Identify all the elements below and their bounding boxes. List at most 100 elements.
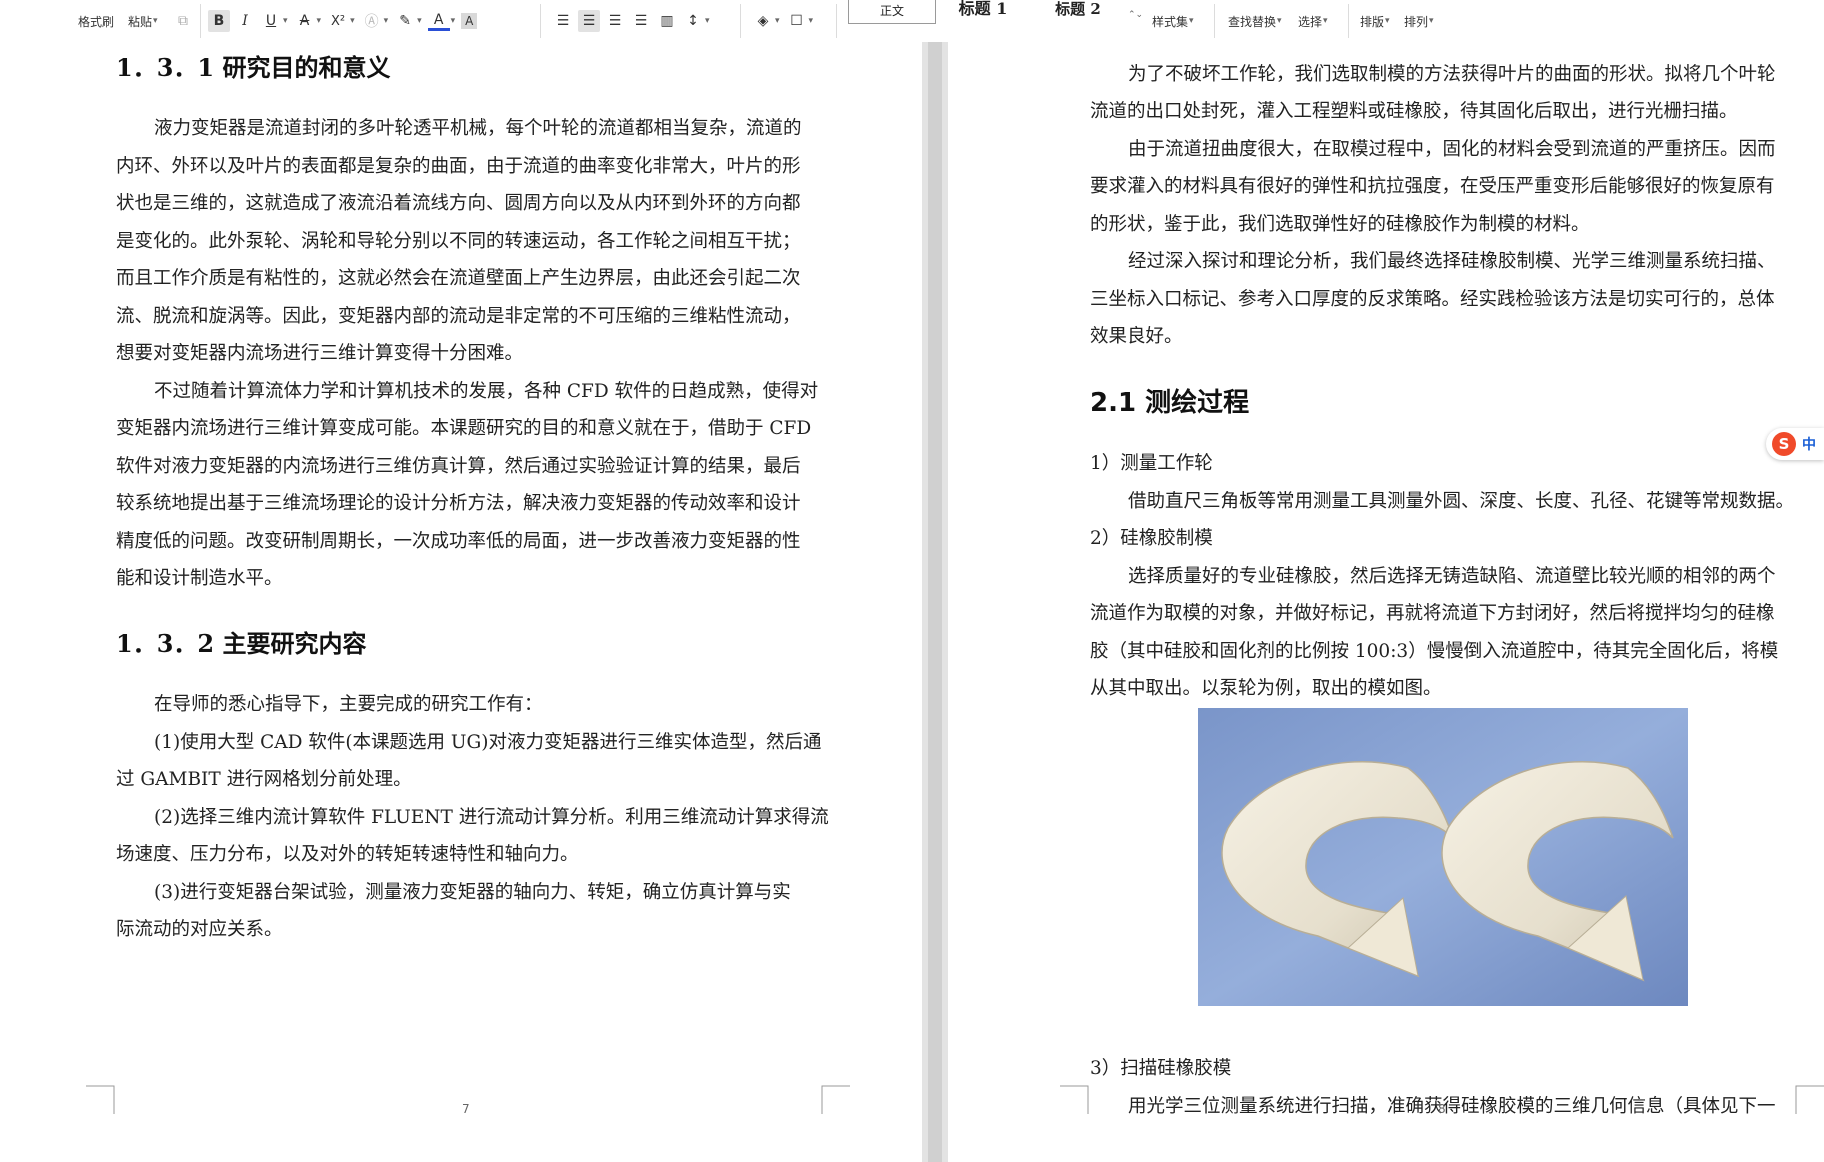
paragraph-line: 流、脱流和旋涡等。因此，变矩器内部的流动是非定常的不可压缩的三维粘性流动，	[116, 306, 801, 327]
paragraph-line: 流道的出口处封死，灌入工程塑料或硅橡胶，待其固化后取出，进行光栅扫描。	[1090, 101, 1738, 122]
chevron-down-icon: ▾	[1385, 16, 1390, 26]
paragraph-line: 软件对液力变矩器的内流场进行三维仿真计算，然后通过实验验证计算的结果，最后	[116, 456, 801, 477]
paragraph-line: 由于流道扭曲度很大，在取模过程中，固化的材料会受到流道的严重挤压。因而	[1128, 139, 1776, 160]
border-icon[interactable]: ☐	[786, 10, 808, 32]
paragraph-line: 在导师的悉心指导下，主要完成的研究工作有：	[154, 694, 543, 715]
toolbar-divider	[836, 4, 837, 38]
paragraph-line: 而且工作介质是有粘性的，这就必然会在流道壁面上产生边界层，由此还会引起二次	[116, 268, 801, 289]
chevron-down-icon: ▾	[383, 16, 389, 26]
section-heading-2-1: 2.1 测绘过程	[1090, 388, 1250, 418]
toolbar-divider	[540, 4, 541, 38]
style-heading-2-label: 标题 2	[1055, 0, 1101, 18]
char-shading-button[interactable]: A	[461, 13, 478, 29]
crop-mark	[1795, 1085, 1824, 1114]
text-effect-icon[interactable]: Ⓐ	[361, 10, 383, 32]
style-heading-1-label: 标题 1	[958, 0, 1008, 18]
paragraph-line: 三坐标入口标记、参考入口厚度的反求策略。经实践检验该方法是切实可行的，总体	[1090, 289, 1775, 310]
paragraph-line: 选择质量好的专业硅橡胶，然后选择无铸造缺陷、流道壁比较光顺的相邻的两个	[1128, 566, 1776, 587]
italic-button[interactable]: I	[234, 10, 256, 32]
format-painter-label: 格式刷	[78, 14, 115, 29]
paragraph-line: 液力变矩器是流道封闭的多叶轮透平机械，每个叶轮的流道都相当复杂，流道的	[154, 118, 802, 139]
shading-icon[interactable]: ◈	[752, 10, 774, 32]
toolbar-divider	[200, 4, 201, 38]
paragraph-line: 状也是三维的，这就造成了液流沿着流线方向、圆周方向以及从内环到外环的方向都	[116, 193, 801, 214]
ime-mode-label: 中	[1802, 437, 1816, 453]
paragraph-line: 内环、外环以及叶片的表面都是复杂的曲面，由于流道的曲率变化非常大，叶片的形	[116, 156, 801, 177]
align-left-icon[interactable]: ☰	[552, 10, 574, 32]
list-item: (3)进行变矩器台架试验，测量液力变矩器的轴向力、转矩，确立仿真计算与实	[154, 882, 791, 903]
chevron-down-icon: ▾	[808, 16, 814, 26]
layout-button[interactable]: 排版 ▾	[1360, 0, 1396, 42]
paragraph-line: 能和设计制造水平。	[116, 568, 283, 589]
sogou-logo-icon: S	[1772, 432, 1796, 456]
page-gutter	[922, 42, 948, 1162]
chevron-down-icon: ▾	[1189, 16, 1194, 26]
style-heading-2[interactable]: 标题 2	[1034, 0, 1122, 24]
chevron-down-icon: ▾	[450, 16, 456, 26]
copy-icon: ⧉	[178, 13, 188, 29]
chevron-down-icon: ▾	[153, 16, 158, 26]
page-number: 7	[462, 1102, 470, 1116]
gutter-bar	[928, 42, 942, 1162]
bold-button[interactable]: B	[208, 10, 230, 32]
paste-button[interactable]: 粘贴 ▾	[128, 0, 164, 42]
paragraph-line: 效果良好。	[1090, 326, 1183, 347]
highlight-icon[interactable]: ✎	[394, 10, 416, 32]
list-item: (1)使用大型 CAD 软件(本课题选用 UG)对液力变矩器进行三维实体造型，然…	[154, 732, 822, 753]
layout-label: 排版	[1360, 14, 1385, 29]
arrange-button[interactable]: 排列 ▾	[1404, 0, 1440, 42]
silicone-mold-photo[interactable]	[1198, 708, 1688, 1006]
paragraph-line: 为了不破坏工作轮，我们选取制模的方法获得叶片的曲面的形状。拟将几个叶轮	[1128, 64, 1776, 85]
chevron-down-icon: ▾	[775, 16, 780, 26]
format-painter-button[interactable]: 格式刷	[78, 0, 114, 42]
distributed-icon[interactable]: ▥	[656, 10, 678, 32]
align-right-icon[interactable]: ☰	[604, 10, 626, 32]
paragraph-line: 过 GAMBIT 进行网格划分前处理。	[116, 769, 412, 790]
chevron-down-icon: ▾	[350, 16, 355, 26]
list-item: 2）硅橡胶制模	[1090, 528, 1213, 549]
page-number: 8	[1438, 1102, 1446, 1116]
paragraph-line: 胶（其中硅胶和固化剂的比例按 100:3）慢慢倒入流道腔中，待其完全固化后，将模	[1090, 641, 1779, 662]
paragraph-line: 际流动的对应关系。	[116, 919, 283, 940]
paragraph-line: 的形状，鉴于此，我们选取弹性好的硅橡胶作为制模的材料。	[1090, 214, 1590, 235]
underline-button[interactable]: U	[260, 10, 282, 32]
paragraph-line: 场速度、压力分布，以及对外的转矩转速特性和轴向力。	[116, 844, 579, 865]
style-normal[interactable]: 正文	[848, 0, 936, 24]
align-center-icon[interactable]: ☰	[578, 10, 600, 32]
list-item: (2)选择三维内流计算软件 FLUENT 进行流动计算分析。利用三维流动计算求得…	[154, 807, 829, 828]
justify-icon[interactable]: ☰	[630, 10, 652, 32]
chevron-down-icon: ▾	[1429, 16, 1434, 26]
crop-mark	[86, 1085, 115, 1114]
paragraph-line: 想要对变矩器内流场进行三维计算变得十分困难。	[116, 343, 524, 364]
document-page-7[interactable]: 1．3．1 研究目的和意义 液力变矩器是流道封闭的多叶轮透平机械，每个叶轮的流道…	[0, 42, 922, 1162]
chevron-down-icon: ▾	[283, 16, 288, 26]
line-spacing-icon[interactable]: ↕	[682, 10, 704, 32]
section-heading-1-3-2: 1．3．2 主要研究内容	[116, 629, 367, 658]
select-button[interactable]: 选择 ▾	[1298, 0, 1334, 42]
copy-button[interactable]: ⧉	[172, 0, 198, 42]
toolbar-divider	[1348, 4, 1349, 38]
toolbar-divider	[1214, 4, 1215, 38]
select-label: 选择	[1298, 14, 1323, 29]
superscript-button[interactable]: X²	[327, 10, 349, 32]
list-item: 1）测量工作轮	[1090, 453, 1213, 474]
font-color-button[interactable]: A	[427, 11, 450, 31]
style-heading-1[interactable]: 标题 1	[940, 0, 1026, 24]
chevron-down-icon: ▾	[1277, 16, 1282, 26]
paragraph-line: 经过深入探讨和理论分析，我们最终选择硅橡胶制模、光学三维测量系统扫描、	[1128, 251, 1776, 272]
chevron-down-icon: ▾	[1323, 16, 1328, 26]
crop-mark	[1060, 1085, 1089, 1114]
paragraph-line: 较系统地提出基于三维流场理论的设计分析方法，解决液力变矩器的传动效率和设计	[116, 493, 801, 514]
paragraph-line: 要求灌入的材料具有很好的弹性和抗拉强度，在受压严重变形后能够很好的恢复原有	[1090, 176, 1775, 197]
ime-indicator[interactable]: S 中	[1766, 428, 1824, 460]
ribbon-toolbar: 格式刷 粘贴 ▾ ⧉ B I U ▾ A ▾ X² ▾ Ⓐ ▾ ✎ ▾ A ▾ A ☰ ☰ ☰…	[0, 0, 1824, 43]
paragraph-line: 不过随着计算流体力学和计算机技术的发展，各种 CFD 软件的日趋成熟，使得对	[154, 381, 819, 402]
section-heading-1-3-1: 1．3．1 研究目的和意义	[116, 53, 391, 82]
paragraph-line: 用光学三位测量系统进行扫描，准确获得硅橡胶模的三维几何信息（具体见下一	[1128, 1096, 1776, 1117]
style-set-button[interactable]: 样式集 ▾	[1152, 0, 1200, 42]
strikethrough-button[interactable]: A	[294, 10, 316, 32]
find-replace-button[interactable]: 查找替换 ▾	[1228, 0, 1288, 42]
list-item: 3）扫描硅橡胶模	[1090, 1058, 1232, 1079]
paragraph-line: 精度低的问题。改变研制周期长，一次成功率低的局面，进一步改善液力变矩器的性	[116, 531, 801, 552]
style-gallery-scroll[interactable]: ⌃⌄	[1128, 0, 1143, 36]
